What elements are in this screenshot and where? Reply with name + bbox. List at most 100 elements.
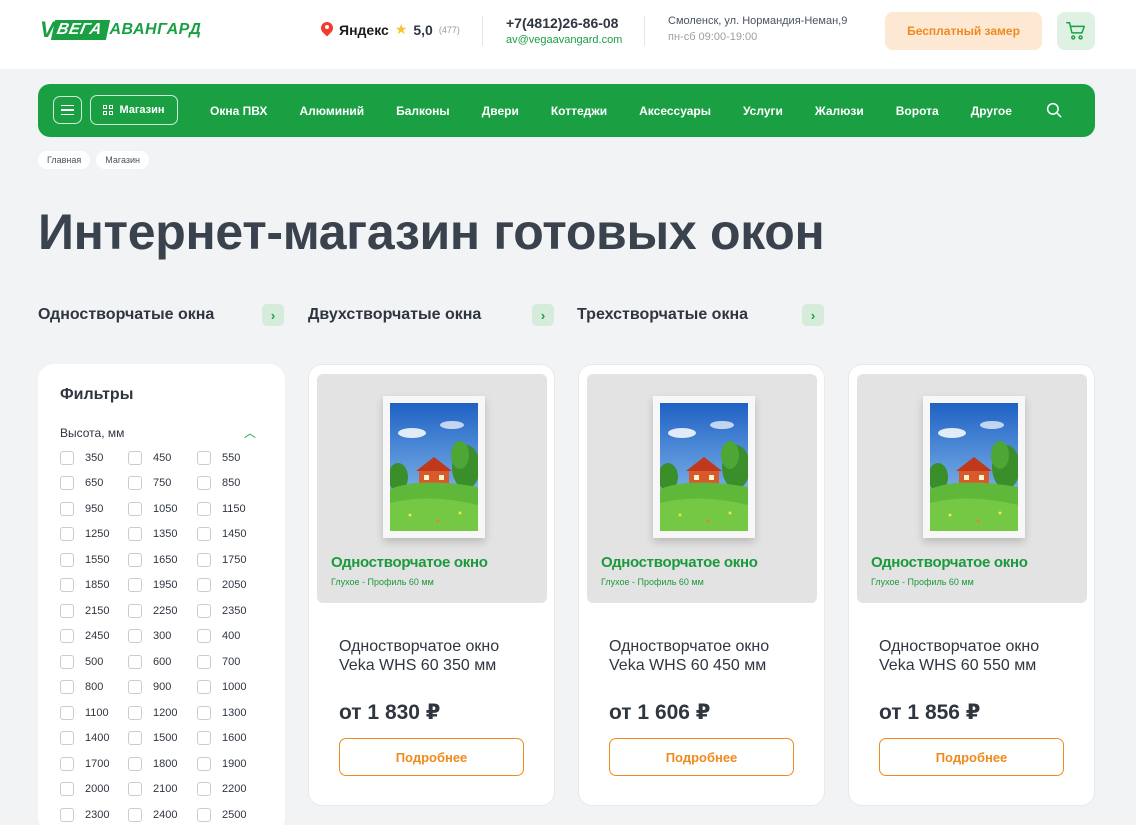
checkbox[interactable] (197, 807, 211, 822)
checkbox[interactable] (60, 807, 74, 822)
checkbox[interactable] (128, 756, 142, 771)
checkbox[interactable] (60, 782, 74, 796)
filter-option[interactable]: 1950 (128, 578, 197, 593)
filter-option[interactable]: 500 (60, 654, 128, 669)
filter-option[interactable]: 1650 (128, 552, 197, 567)
checkbox[interactable] (128, 807, 142, 822)
checkbox[interactable] (60, 527, 74, 541)
checkbox[interactable] (197, 705, 211, 720)
checkbox[interactable] (197, 476, 211, 490)
logo[interactable]: V ВЕГА АВАНГАРД (40, 17, 201, 43)
checkbox[interactable] (128, 527, 142, 541)
filter-option[interactable]: 1600 (197, 731, 265, 746)
checkbox[interactable] (128, 501, 142, 516)
checkbox[interactable] (128, 705, 142, 720)
filter-option[interactable]: 1900 (197, 756, 265, 771)
checkbox[interactable] (60, 654, 74, 669)
shop-button[interactable]: Магазин (90, 95, 178, 125)
filter-option[interactable]: 350 (60, 450, 128, 465)
filter-option[interactable]: 1200 (128, 705, 197, 720)
filter-option[interactable]: 400 (197, 629, 265, 644)
chevron-right-icon[interactable]: › (532, 304, 554, 326)
nav-item-gates[interactable]: Ворота (896, 104, 939, 118)
filter-option[interactable]: 1300 (197, 705, 265, 720)
checkbox[interactable] (60, 552, 74, 567)
filter-option[interactable]: 1050 (128, 501, 197, 516)
product-name[interactable]: Одностворчатое окно Veka WHS 60 350 мм (339, 637, 539, 675)
nav-item-other[interactable]: Другое (971, 104, 1012, 118)
checkbox[interactable] (128, 629, 142, 643)
product-name[interactable]: Одностворчатое окно Veka WHS 60 550 мм (879, 637, 1079, 675)
filter-option[interactable]: 650 (60, 476, 128, 491)
product-card[interactable]: Одностворчатое окно Глухое - Профиль 60 … (308, 364, 555, 806)
filter-option[interactable]: 1100 (60, 705, 128, 720)
filter-option[interactable]: 750 (128, 476, 197, 491)
filter-option[interactable]: 2000 (60, 782, 128, 797)
product-image[interactable]: Одностворчатое окно Глухое - Профиль 60 … (857, 374, 1087, 603)
details-button[interactable]: Подробнее (339, 738, 524, 776)
checkbox[interactable] (197, 654, 211, 669)
phone-link[interactable]: +7(4812)26-86-08 (506, 15, 622, 31)
email-link[interactable]: av@vegaavangard.com (506, 34, 622, 46)
filter-option[interactable]: 1500 (128, 731, 197, 746)
filter-option[interactable]: 1800 (128, 756, 197, 771)
checkbox[interactable] (197, 450, 211, 465)
filter-option[interactable]: 2400 (128, 807, 197, 822)
checkbox[interactable] (128, 680, 142, 694)
nav-item-blinds[interactable]: Жалюзи (815, 104, 864, 118)
product-name[interactable]: Одностворчатое окно Veka WHS 60 450 мм (609, 637, 809, 675)
chevron-right-icon[interactable]: › (262, 304, 284, 326)
checkbox[interactable] (60, 629, 74, 643)
checkbox[interactable] (128, 450, 142, 465)
checkbox[interactable] (128, 603, 142, 618)
details-button[interactable]: Подробнее (879, 738, 1064, 776)
filter-option[interactable]: 800 (60, 680, 128, 695)
filter-option[interactable]: 2250 (128, 603, 197, 618)
filter-option[interactable]: 1350 (128, 527, 197, 542)
checkbox[interactable] (128, 476, 142, 490)
checkbox[interactable] (197, 782, 211, 796)
filter-option[interactable]: 2350 (197, 603, 265, 618)
checkbox[interactable] (60, 680, 74, 694)
yandex-rating[interactable]: Яндекс ★ 5,0 (477) (321, 21, 460, 38)
checkbox[interactable] (197, 552, 211, 567)
nav-item-balconies[interactable]: Балконы (396, 104, 450, 118)
filter-option[interactable]: 1850 (60, 578, 128, 593)
chevron-right-icon[interactable]: › (802, 304, 824, 326)
category-triple-sash[interactable]: Трехстворчатые окна › (577, 304, 825, 326)
product-image[interactable]: Одностворчатое окно Глухое - Профиль 60 … (587, 374, 817, 603)
category-single-sash[interactable]: Одностворчатые окна › (38, 304, 286, 326)
filter-option[interactable]: 2300 (60, 807, 128, 822)
checkbox[interactable] (128, 552, 142, 567)
chevron-up-icon[interactable]: ︿ (244, 424, 256, 441)
details-button[interactable]: Подробнее (609, 738, 794, 776)
checkbox[interactable] (128, 654, 142, 669)
checkbox[interactable] (60, 756, 74, 771)
filter-group-height[interactable]: Высота, мм ︿ (60, 424, 256, 441)
breadcrumb-shop[interactable]: Магазин (96, 151, 149, 169)
filter-option[interactable]: 850 (197, 476, 265, 491)
checkbox[interactable] (197, 731, 211, 745)
free-measure-button[interactable]: Бесплатный замер (885, 12, 1042, 50)
breadcrumb-home[interactable]: Главная (38, 151, 91, 169)
checkbox[interactable] (197, 527, 211, 541)
checkbox[interactable] (128, 782, 142, 796)
nav-item-cottages[interactable]: Коттеджи (551, 104, 607, 118)
filter-option[interactable]: 950 (60, 501, 128, 516)
checkbox[interactable] (128, 578, 142, 592)
filter-option[interactable]: 2450 (60, 629, 128, 644)
checkbox[interactable] (197, 680, 211, 694)
filter-option[interactable]: 700 (197, 654, 265, 669)
filter-option[interactable]: 1150 (197, 501, 265, 516)
checkbox[interactable] (197, 603, 211, 618)
menu-button[interactable] (53, 96, 82, 124)
filter-option[interactable]: 1700 (60, 756, 128, 771)
filter-option[interactable]: 1400 (60, 731, 128, 746)
checkbox[interactable] (60, 578, 74, 592)
filter-option[interactable]: 2150 (60, 603, 128, 618)
filter-option[interactable]: 1250 (60, 527, 128, 542)
checkbox[interactable] (128, 731, 142, 745)
filter-option[interactable]: 300 (128, 629, 197, 644)
checkbox[interactable] (197, 501, 211, 516)
cart-button[interactable] (1057, 12, 1095, 50)
